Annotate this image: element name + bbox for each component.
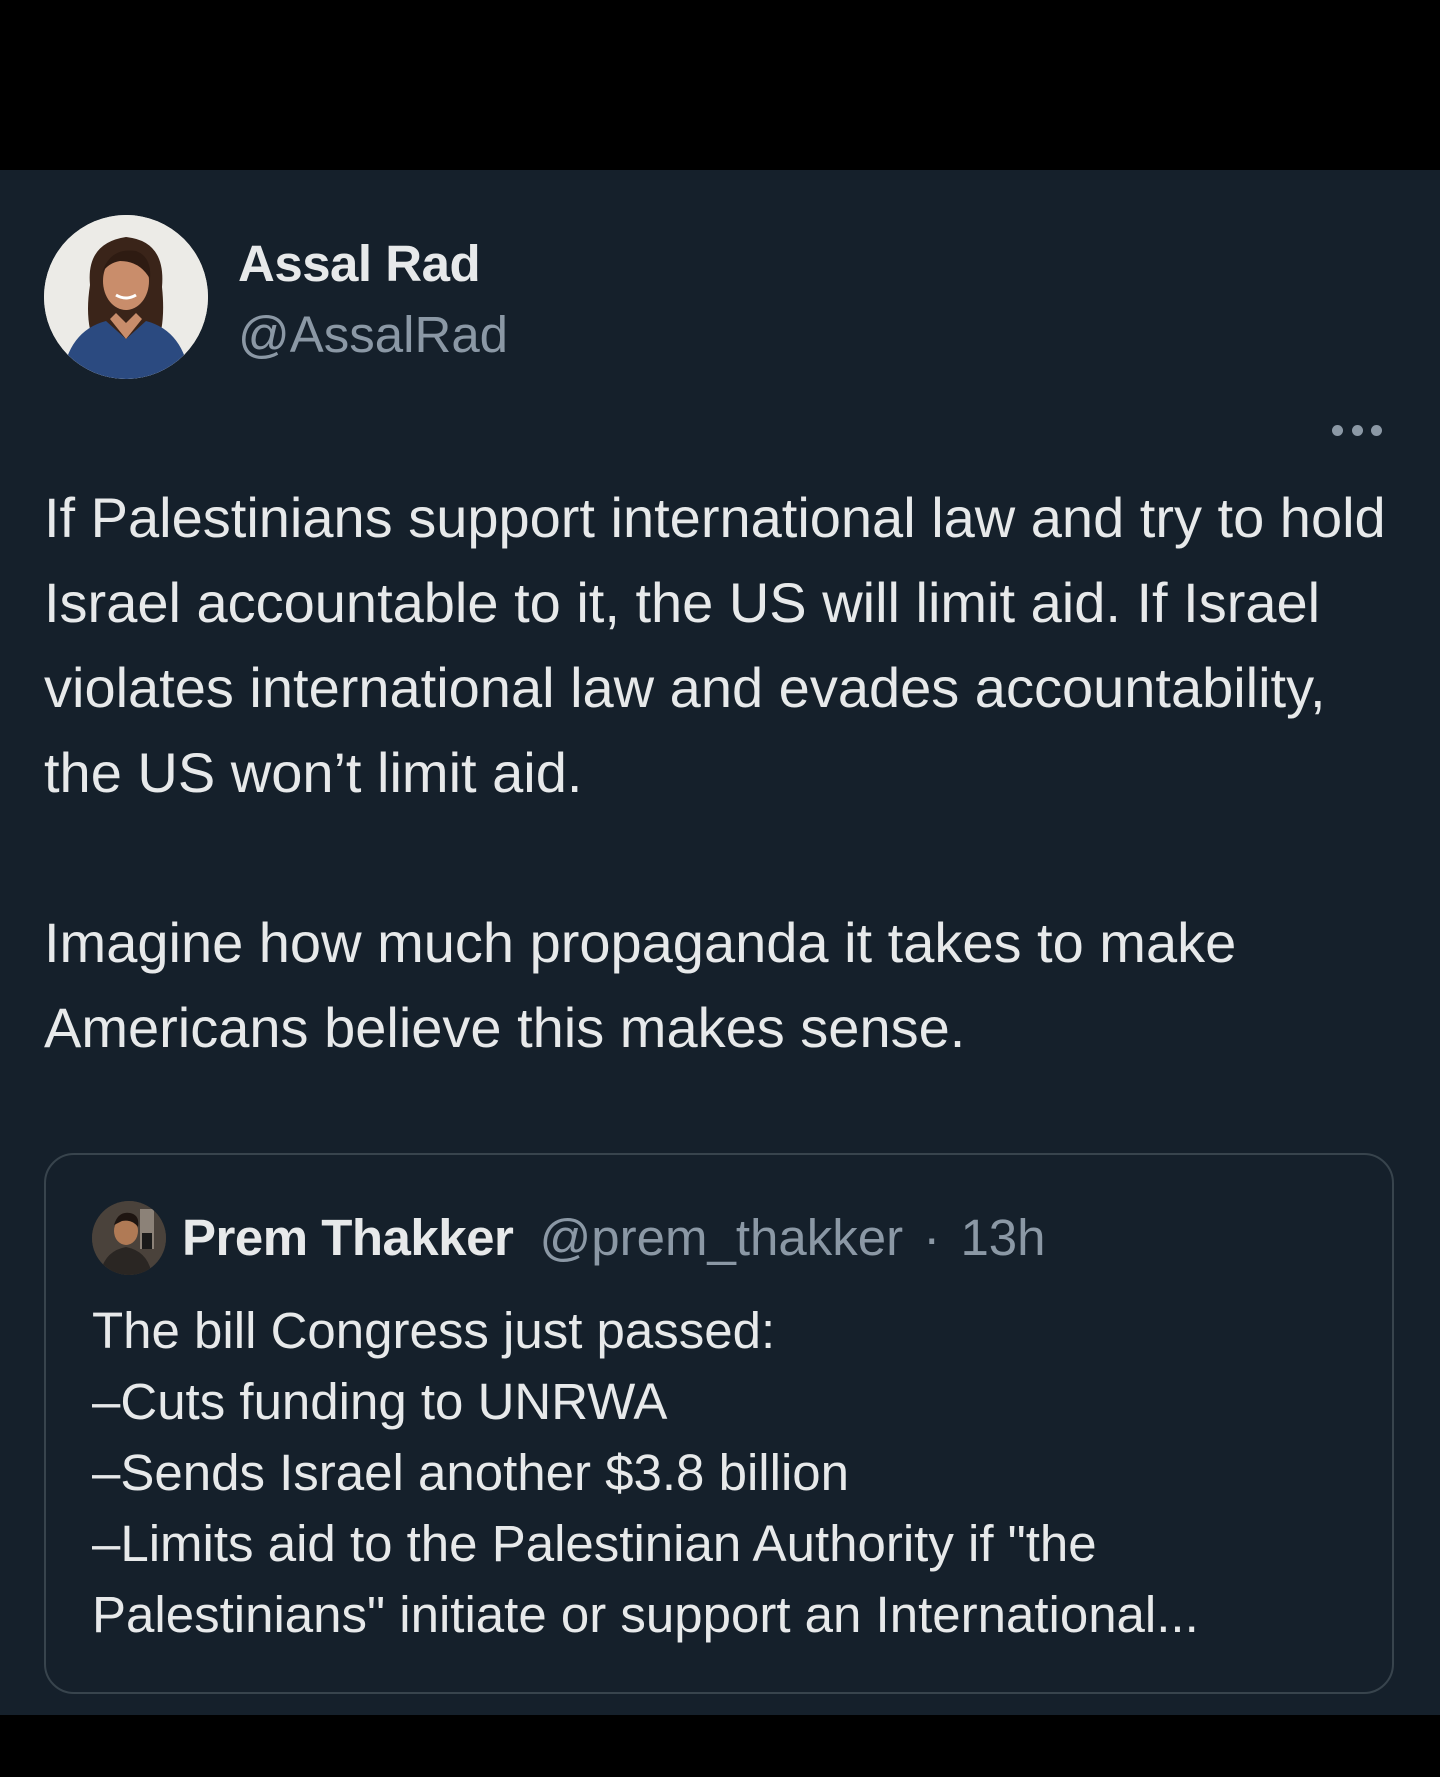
bottom-black-bar xyxy=(0,1715,1440,1777)
more-horizontal-icon xyxy=(1332,424,1343,436)
tweet-paragraph: Imagine how much propaganda it takes to … xyxy=(44,911,1237,1059)
top-black-bar xyxy=(0,0,1440,170)
author-avatar-image xyxy=(44,215,208,379)
quoted-author-handle[interactable]: @prem_thakker xyxy=(540,1209,904,1266)
tweet-paragraph: If Palestinians support international la… xyxy=(44,486,1386,804)
quoted-tweet-line: The bill Congress just passed: xyxy=(92,1302,776,1359)
quoted-tweet-text: The bill Congress just passed: –Cuts fun… xyxy=(92,1295,1362,1650)
quoted-tweet-timestamp[interactable]: 13h xyxy=(960,1209,1045,1266)
more-options-button[interactable] xyxy=(1326,410,1388,450)
more-horizontal-icon-dot xyxy=(1371,424,1382,436)
tweet-text: If Palestinians support international la… xyxy=(44,475,1394,1070)
quoted-tweet-header: Prem Thakker @prem_thakker · 13h xyxy=(182,1207,1046,1269)
tweet-card: Assal Rad @AssalRad If Palestinians supp… xyxy=(0,170,1440,1715)
author-display-name[interactable]: Assal Rad xyxy=(238,234,481,293)
author-handle[interactable]: @AssalRad xyxy=(238,305,508,364)
quoted-tweet-separator: · xyxy=(923,1209,941,1266)
author-avatar[interactable] xyxy=(44,215,208,379)
quoted-tweet-line: Palestinians" initiate or support an Int… xyxy=(92,1586,1199,1643)
quoted-tweet-card[interactable]: Prem Thakker @prem_thakker · 13h The bil… xyxy=(44,1153,1394,1694)
quoted-tweet-line: –Limits aid to the Palestinian Authority… xyxy=(92,1515,1097,1572)
quoted-author-avatar-image xyxy=(92,1201,166,1275)
more-horizontal-icon-dot xyxy=(1351,424,1363,436)
quoted-tweet-line: –Sends Israel another $3.8 billion xyxy=(92,1444,850,1501)
quoted-author-avatar[interactable] xyxy=(92,1201,166,1275)
quoted-tweet-line: –Cuts funding to UNRWA xyxy=(92,1373,668,1430)
quoted-author-name[interactable]: Prem Thakker xyxy=(182,1209,514,1266)
